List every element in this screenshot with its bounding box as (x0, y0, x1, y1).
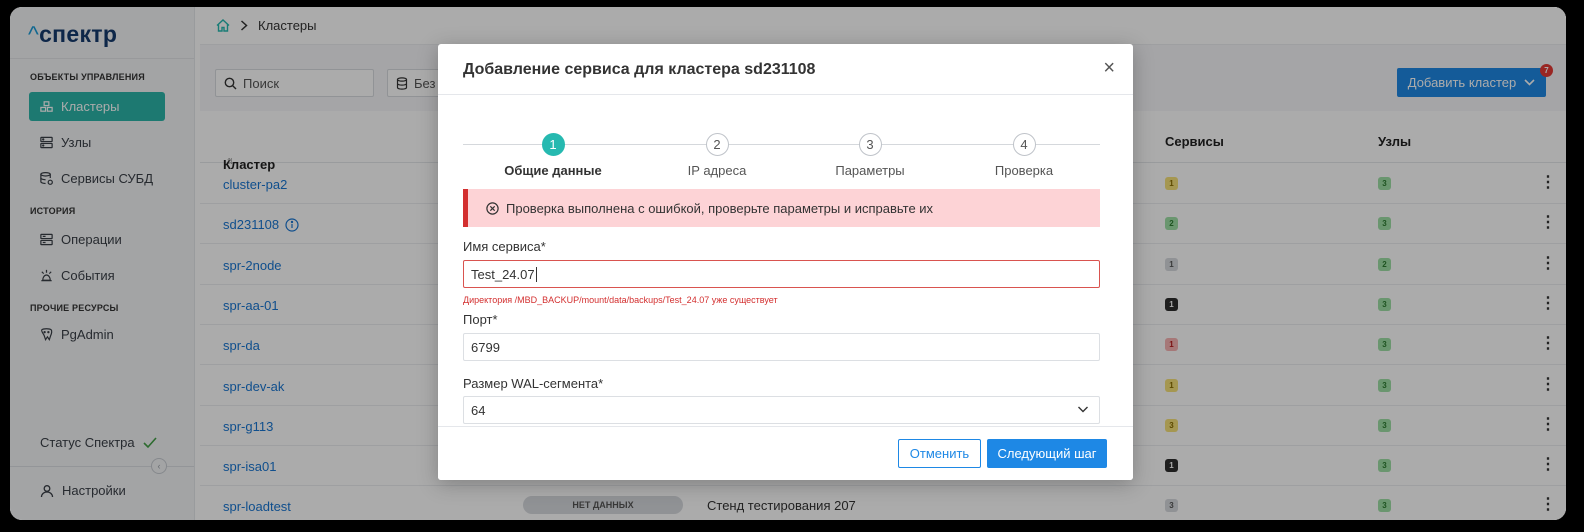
close-icon[interactable]: × (1103, 58, 1115, 78)
port-input[interactable]: 6799 (463, 333, 1100, 361)
app-window: ^спектр ОБЪЕКТЫ УПРАВЛЕНИЯ Кластеры Узлы… (10, 7, 1566, 520)
dialog-footer: Отменить Следующий шаг (438, 426, 1133, 480)
step-parameters[interactable]: 3 Параметры (800, 133, 940, 178)
chevron-down-icon (1078, 406, 1088, 413)
next-step-button[interactable]: Следующий шаг (987, 439, 1107, 468)
port-label: Порт* (463, 312, 498, 327)
wal-size-select[interactable]: 64 (463, 396, 1100, 424)
service-name-input[interactable]: Test_24.07 (463, 260, 1100, 288)
cancel-button[interactable]: Отменить (898, 439, 981, 468)
step-review[interactable]: 4 Проверка (954, 133, 1094, 178)
wal-size-label: Размер WAL-сегмента* (463, 376, 604, 391)
service-name-error: Директория /MBD_BACKUP/mount/data/backup… (463, 295, 778, 305)
error-circle-icon (486, 201, 499, 215)
add-service-dialog: Добавление сервиса для кластера sd231108… (438, 44, 1133, 480)
dialog-title: Добавление сервиса для кластера sd231108 (463, 61, 816, 78)
service-name-label: Имя сервиса* (463, 239, 546, 254)
step-ip-addresses[interactable]: 2 IP адреса (647, 133, 787, 178)
step-general[interactable]: 1 Общие данные (483, 133, 623, 178)
error-alert: Проверка выполнена с ошибкой, проверьте … (463, 189, 1100, 227)
